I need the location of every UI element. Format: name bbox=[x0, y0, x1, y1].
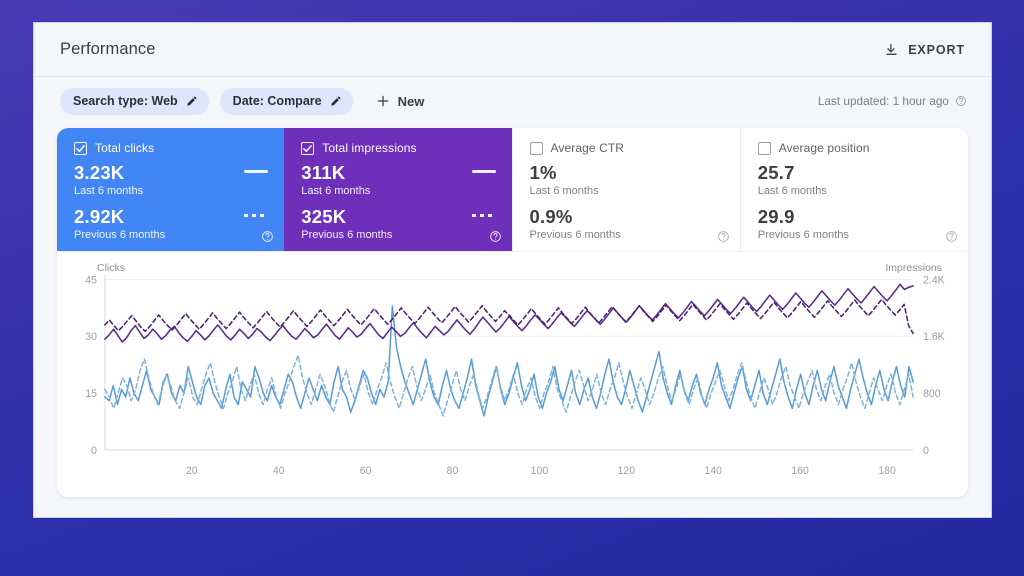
svg-text:2.4K: 2.4K bbox=[923, 274, 945, 287]
performance-panel: Total clicks 3.23K Last 6 months 2.92K P… bbox=[57, 128, 968, 497]
filter-chip-date-label: Date: Compare bbox=[232, 94, 322, 108]
metric-previous-value: 325K bbox=[301, 206, 347, 227]
metric-current-row: 1% Last 6 months bbox=[530, 162, 724, 199]
filter-chip-search-type-label: Search type: Web bbox=[73, 94, 178, 108]
svg-text:160: 160 bbox=[791, 465, 808, 478]
pencil-icon[interactable] bbox=[186, 95, 198, 107]
legend-solid-line bbox=[471, 170, 496, 173]
metric-card-average-ctr[interactable]: Average CTR 1% Last 6 months 0.9% Previo… bbox=[511, 128, 740, 251]
y-axis-label-impressions: Impressions bbox=[885, 262, 942, 274]
checkbox-average-position[interactable] bbox=[757, 141, 771, 155]
checkbox-total-clicks[interactable] bbox=[74, 141, 87, 155]
metric-current-row: 25.7 Last 6 months bbox=[758, 162, 952, 199]
legend-dashed-line bbox=[244, 214, 269, 217]
metric-current-period: Last 6 months bbox=[301, 185, 371, 197]
metric-previous-value: 2.92K bbox=[74, 206, 125, 227]
help-circle-icon[interactable] bbox=[955, 95, 967, 107]
chart-canvas[interactable]: 0 15 30 45 0 800 1.6K 2.4K 20 40 60 80 100 120 140 160 1… bbox=[57, 262, 968, 497]
top-bar: Performance EXPORT bbox=[34, 23, 991, 77]
metric-current-period: Last 6 months bbox=[529, 185, 599, 197]
metric-current-row: 311K Last 6 months bbox=[301, 162, 496, 199]
metric-current-value: 311K bbox=[301, 162, 346, 183]
metric-card-title: Total impressions bbox=[322, 141, 417, 155]
metric-previous-period: Previous 6 months bbox=[74, 229, 166, 241]
metric-card-header: Average position bbox=[757, 141, 952, 155]
y-axis-label-clicks: Clicks bbox=[97, 262, 125, 274]
add-new-filter-button[interactable]: New bbox=[371, 91, 430, 112]
svg-text:40: 40 bbox=[273, 465, 285, 478]
metric-previous-period: Previous 6 months bbox=[529, 229, 621, 241]
metric-previous-row: 29.9 Previous 6 months bbox=[758, 206, 952, 243]
svg-text:140: 140 bbox=[705, 465, 722, 478]
metric-current-value: 3.23K bbox=[74, 162, 125, 183]
filter-chip-date[interactable]: Date: Compare bbox=[219, 87, 353, 115]
last-updated: Last updated: 1 hour ago bbox=[818, 94, 967, 108]
checkbox-average-ctr[interactable] bbox=[529, 141, 543, 155]
legend-solid-line bbox=[244, 170, 269, 173]
last-updated-label: Last updated: 1 hour ago bbox=[817, 94, 949, 108]
metric-previous-row: 325K Previous 6 months bbox=[301, 206, 496, 243]
metric-current-row: 3.23K Last 6 months bbox=[74, 162, 269, 199]
export-button[interactable]: EXPORT bbox=[882, 38, 967, 61]
metric-card-total-clicks[interactable]: Total clicks 3.23K Last 6 months 2.92K P… bbox=[57, 128, 285, 251]
svg-text:100: 100 bbox=[531, 465, 548, 478]
metric-previous-value: 0.9% bbox=[529, 206, 573, 227]
metric-card-header: Average CTR bbox=[529, 141, 724, 155]
metric-card-title: Average position bbox=[778, 141, 870, 155]
svg-text:45: 45 bbox=[85, 274, 97, 287]
metric-previous-period: Previous 6 months bbox=[301, 229, 393, 241]
help-circle-icon[interactable] bbox=[489, 230, 502, 243]
svg-text:180: 180 bbox=[878, 465, 895, 478]
download-icon bbox=[884, 42, 899, 57]
metric-card-total-impressions[interactable]: Total impressions 311K Last 6 months 325… bbox=[284, 128, 512, 251]
svg-text:1.6K: 1.6K bbox=[923, 331, 945, 344]
help-circle-icon[interactable] bbox=[945, 230, 958, 243]
export-label: EXPORT bbox=[908, 42, 965, 57]
pencil-icon[interactable] bbox=[330, 95, 342, 107]
metric-current-period: Last 6 months bbox=[757, 185, 827, 197]
add-new-filter-label: New bbox=[397, 93, 425, 109]
svg-text:60: 60 bbox=[360, 465, 372, 478]
metric-previous-period: Previous 6 months bbox=[757, 229, 849, 241]
help-circle-icon[interactable] bbox=[261, 230, 274, 243]
metric-card-row: Total clicks 3.23K Last 6 months 2.92K P… bbox=[57, 128, 968, 252]
filter-chip-group: Search type: Web Date: Compare New bbox=[60, 87, 430, 115]
svg-text:120: 120 bbox=[618, 465, 635, 478]
metric-previous-value: 29.9 bbox=[757, 206, 795, 227]
metric-card-header: Total clicks bbox=[74, 141, 268, 155]
metric-previous-row: 0.9% Previous 6 months bbox=[530, 206, 724, 243]
metric-current-period: Last 6 months bbox=[74, 185, 144, 197]
performance-window: Performance EXPORT Search type: Web Date… bbox=[33, 22, 992, 518]
metric-card-title: Average CTR bbox=[550, 141, 625, 155]
metric-card-average-position[interactable]: Average position 25.7 Last 6 months 29.9… bbox=[739, 128, 968, 251]
plus-icon bbox=[376, 94, 390, 108]
page-title: Performance bbox=[60, 40, 156, 58]
filter-bar: Search type: Web Date: Compare New Last … bbox=[34, 77, 991, 125]
checkbox-total-impressions[interactable] bbox=[301, 141, 315, 155]
svg-text:0: 0 bbox=[91, 444, 97, 457]
svg-text:80: 80 bbox=[447, 465, 459, 478]
metric-card-header: Total impressions bbox=[301, 141, 495, 155]
legend-dashed-line bbox=[471, 214, 496, 217]
svg-text:30: 30 bbox=[85, 331, 97, 344]
help-circle-icon[interactable] bbox=[717, 230, 730, 243]
svg-text:0: 0 bbox=[923, 444, 929, 457]
performance-chart: Clicks Impressions 0 15 30 45 0 800 1.6K 2.4K 20… bbox=[57, 252, 968, 497]
metric-card-title: Total clicks bbox=[95, 141, 155, 155]
metric-previous-row: 2.92K Previous 6 months bbox=[74, 206, 269, 243]
svg-text:800: 800 bbox=[923, 388, 940, 401]
metric-current-value: 1% bbox=[529, 162, 557, 183]
svg-text:20: 20 bbox=[186, 465, 198, 478]
filter-chip-search-type[interactable]: Search type: Web bbox=[60, 87, 209, 115]
svg-text:15: 15 bbox=[85, 388, 97, 401]
metric-current-value: 25.7 bbox=[757, 162, 795, 183]
